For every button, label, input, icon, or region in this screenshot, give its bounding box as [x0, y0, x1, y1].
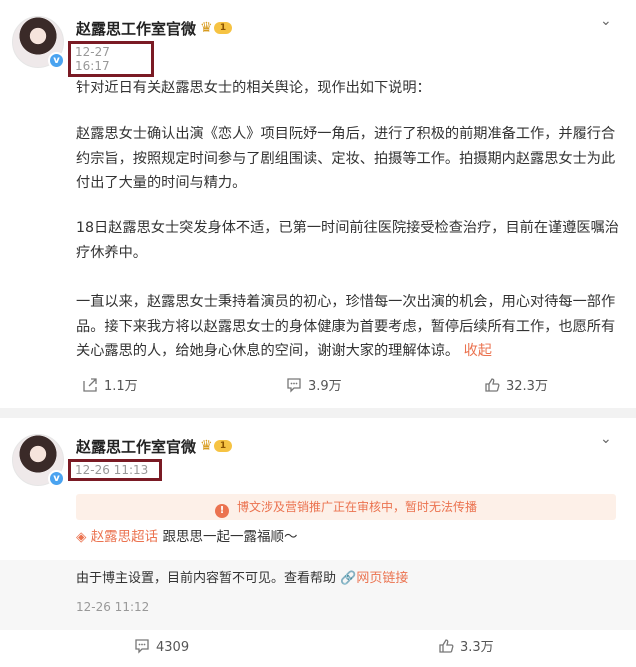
- like-button[interactable]: 3.3万: [438, 638, 494, 658]
- crown-icon[interactable]: ♛ 1: [200, 438, 234, 454]
- review-warning-banner: ! 博文涉及营销推广正在审核中，暂时无法传播: [76, 494, 616, 520]
- comment-icon: [287, 378, 301, 393]
- share-icon: [83, 378, 97, 392]
- hidden-note: 由于博主设置，目前内容暂不可见。查看帮助 🔗网页链接: [76, 570, 408, 588]
- warning-text: 博文涉及营销推广正在审核中，暂时无法传播: [236, 500, 477, 514]
- like-count: 32.3万: [506, 379, 548, 394]
- username[interactable]: 赵露思工作室官微: [76, 436, 196, 457]
- warning-icon: !: [214, 504, 229, 518]
- like-button[interactable]: 32.3万: [484, 377, 548, 397]
- hidden-note-text[interactable]: 由于博主设置，目前内容暂不可见。查看帮助: [76, 571, 336, 586]
- comment-count: 3.9万: [308, 379, 342, 394]
- topic-text: 跟思思一起一露福顺～: [162, 529, 298, 545]
- topic-link[interactable]: 赵露思超话: [91, 529, 159, 545]
- level-badge: 1: [214, 22, 232, 34]
- chevron-down-icon[interactable]: ⌄: [600, 14, 614, 28]
- post-timestamp[interactable]: 12-26 11:13: [68, 459, 162, 481]
- comment-button[interactable]: 3.9万: [286, 377, 342, 397]
- collapse-link[interactable]: 收起: [464, 343, 492, 359]
- username[interactable]: 赵露思工作室官微: [76, 18, 196, 39]
- web-link[interactable]: 网页链接: [356, 571, 408, 586]
- avatar[interactable]: v: [12, 434, 65, 487]
- level-badge: 1: [214, 440, 232, 452]
- post-card-2: v 赵露思工作室官微 ♛ 1 12-26 11:13 ⌄ ! 博文涉及营销推广正在审…: [0, 418, 636, 667]
- like-count: 3.3万: [460, 640, 494, 655]
- post-text-para-1: 针对近日有关赵露思女士的相关舆论，现作出如下说明：: [76, 80, 431, 96]
- post-text-para-2: 赵露思女士确认出演《恋人》项目阮妤一角后，进行了积极的前期准备工作，并履行合约宗…: [76, 126, 616, 191]
- share-button[interactable]: 1.1万: [82, 377, 138, 397]
- comment-count: 4309: [156, 640, 190, 655]
- post-timestamp[interactable]: 12-27 16:17: [68, 41, 154, 77]
- original-post-box: 由于博主设置，目前内容暂不可见。查看帮助 🔗网页链接 12-26 11:12: [0, 560, 636, 630]
- verified-icon: v: [48, 470, 65, 487]
- like-icon: [485, 378, 500, 392]
- post-text-para-4-content: 一直以来，赵露思女士秉持着演员的初心，珍惜每一次出演的机会，用心对待每一部作品。…: [76, 294, 616, 359]
- chevron-down-icon[interactable]: ⌄: [600, 432, 614, 446]
- like-icon: [439, 639, 454, 653]
- post-card-1: v 赵露思工作室官微 ♛ 1 12-27 16:17 ⌄ 针对近日有关赵露思女士的…: [0, 0, 636, 408]
- link-icon: 🔗: [340, 571, 357, 586]
- avatar[interactable]: v: [12, 16, 65, 69]
- topic-icon: ◈: [76, 529, 87, 545]
- comment-icon: [135, 639, 149, 654]
- comment-button[interactable]: 4309: [134, 638, 189, 658]
- post-text-para-4: 一直以来，赵露思女士秉持着演员的初心，珍惜每一次出演的机会，用心对待每一部作品。…: [76, 290, 622, 364]
- original-post-time[interactable]: 12-26 11:12: [76, 600, 149, 614]
- verified-icon: v: [48, 52, 65, 69]
- crown-icon[interactable]: ♛ 1: [200, 20, 234, 36]
- post-text-para-3: 18日赵露思女士突发身体不适，已第一时间前往医院接受检查治疗，目前在谨遵医嘱治疗…: [76, 220, 619, 261]
- topic-line: ◈ 赵露思超话 跟思思一起一露福顺～: [76, 526, 297, 548]
- share-count: 1.1万: [104, 379, 138, 394]
